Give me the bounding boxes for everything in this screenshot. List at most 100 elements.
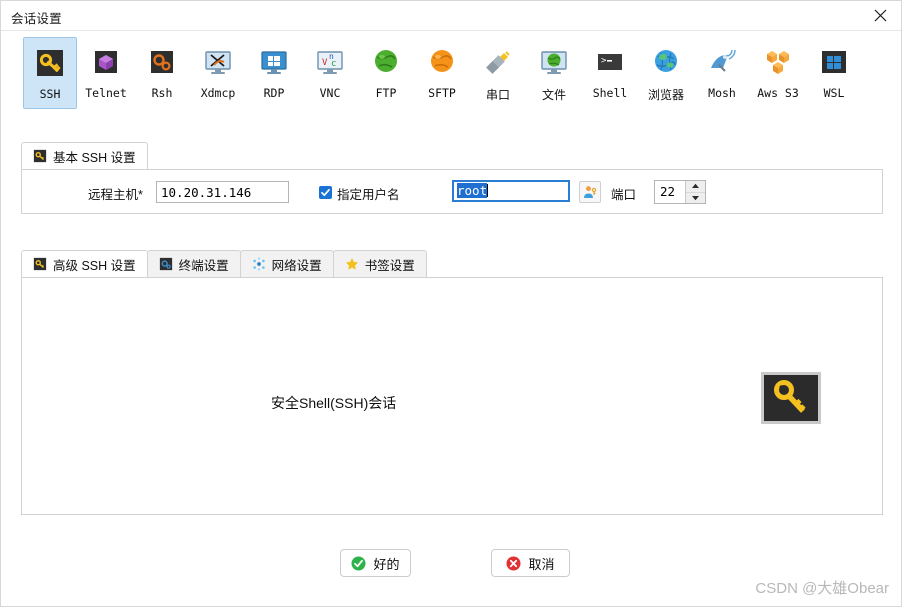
title-bar: 会话设置 [1,1,901,31]
triangle-up-icon [692,184,699,189]
session-content-panel [21,277,883,515]
protocol-label: 文件 [541,88,566,102]
text-caret [487,184,489,197]
username-picker-button[interactable] [579,181,601,203]
red-x-icon [506,556,521,570]
port-label: 端口 [611,188,637,202]
satellite-icon [711,49,736,72]
session-caption: 安全Shell(SSH)会话 [271,395,397,411]
username-value: root [457,183,488,198]
svg-text:V: V [322,58,328,68]
protocol-item-browser[interactable]: 浏览器 [639,37,693,109]
tab-label: 终端设置 [178,258,229,273]
port-value: 22 [660,184,676,199]
triangle-down-icon [692,195,699,200]
key-icon [37,50,63,76]
ok-button[interactable]: 好的 [340,549,411,577]
protocol-item-ftp[interactable]: FTP [359,37,413,109]
remote-host-label: 远程主机* [88,188,143,202]
protocol-item-serial[interactable]: 串口 [471,37,525,109]
purple-cube-icon [95,51,117,73]
protocol-item-shell[interactable]: > Shell [583,37,637,109]
protocol-label: 浏览器 [647,88,684,102]
green-globe-icon [375,50,397,72]
key-icon [33,149,47,163]
protocol-label: WSL [823,86,845,100]
serial-plug-icon [486,51,510,74]
protocol-item-rdp[interactable]: RDP [247,37,301,109]
orange-globe-icon [431,50,453,72]
protocol-toolbar: SSH Telnet Rsh Xdmcp RDP V n c VNC FTP S… [1,37,901,115]
protocol-label: 串口 [485,88,510,102]
protocol-item-ssh[interactable]: SSH [23,37,77,109]
protocol-label: SSH [39,87,61,101]
ok-button-label: 好的 [373,556,400,572]
watermark: CSDN @大雄Obear [755,580,889,597]
svg-text:>: > [601,56,607,66]
terminal-icon: > [598,54,622,70]
session-settings-dialog: 会话设置 SSH Telnet Rsh Xdmcp RDP V n c VNC … [0,0,902,607]
gears-icon [151,51,173,73]
protocol-label: RDP [263,86,285,100]
port-spinner-buttons [685,181,705,203]
close-button[interactable] [857,1,901,30]
protocol-label: Aws S3 [757,86,799,100]
checkmark-icon [321,188,330,197]
monitor-globe-icon [541,51,567,74]
specify-username-checkbox[interactable] [319,186,332,199]
protocol-item-xdmcp[interactable]: Xdmcp [191,37,245,109]
green-check-icon [351,556,366,570]
specify-username-label: 指定用户名 [337,188,400,202]
protocol-label: FTP [375,86,397,100]
user-key-icon [584,186,597,198]
blue-globe-icon [655,50,677,72]
port-decrement-button[interactable] [686,193,705,204]
protocol-item-file[interactable]: 文件 [527,37,581,109]
section-tabstrip: 高级 SSH 设置 终端设置 网络设置 书签设置 [21,250,491,277]
basic-settings-panel: 远程主机* 指定用户名 root 端口 22 [21,169,883,214]
protocol-item-telnet[interactable]: Telnet [79,37,133,109]
protocol-label: SFTP [428,86,456,100]
protocol-item-mosh[interactable]: Mosh [695,37,749,109]
windows-icon [822,51,846,73]
monitor-x-icon [205,51,231,74]
protocol-item-wsl[interactable]: WSL [807,37,861,109]
protocol-label: Shell [592,86,628,100]
window-title: 会话设置 [11,12,62,26]
tab-label: 高级 SSH 设置 [53,258,136,273]
protocol-item-sftp[interactable]: SFTP [415,37,469,109]
username-input[interactable]: root [452,180,570,202]
tab-label: 基本 SSH 设置 [53,150,136,165]
tab-advanced-ssh-settings[interactable]: 高级 SSH 设置 [21,250,148,277]
protocol-label: VNC [319,86,341,100]
protocol-item-vnc[interactable]: V n c VNC [303,37,357,109]
protocol-item-rsh[interactable]: Rsh [135,37,189,109]
basic-tabstrip: 基本 SSH 设置 [21,142,321,169]
tab-network-settings[interactable]: 网络设置 [239,250,334,277]
big-key-icon [774,380,806,413]
svg-text:c: c [331,59,336,69]
protocol-label: Telnet [85,86,127,100]
tab-bookmark-settings[interactable]: 书签设置 [332,250,427,277]
monitor-vnc-icon: V n c [317,51,343,74]
cancel-button[interactable]: 取消 [491,549,570,577]
remote-host-input[interactable] [156,181,289,203]
tab-label: 网络设置 [271,258,322,273]
port-spinner[interactable]: 22 [654,180,706,204]
monitor-windows-icon [261,51,287,74]
port-increment-button[interactable] [686,181,705,193]
gear-blue-icon [159,257,172,271]
tab-basic-ssh-settings[interactable]: 基本 SSH 设置 [21,142,148,169]
close-icon [874,9,886,22]
tab-terminal-settings[interactable]: 终端设置 [146,250,241,277]
tab-label: 书签设置 [364,258,415,273]
session-key-badge [761,372,821,424]
key-icon [33,257,47,271]
protocol-label: Rsh [151,86,173,100]
aws-cubes-icon [767,51,789,74]
protocol-item-aws-s3[interactable]: Aws S3 [751,37,805,109]
network-icon [252,257,265,271]
protocol-label: Xdmcp [200,86,236,100]
star-icon [345,258,358,270]
cancel-button-label: 取消 [528,556,555,572]
